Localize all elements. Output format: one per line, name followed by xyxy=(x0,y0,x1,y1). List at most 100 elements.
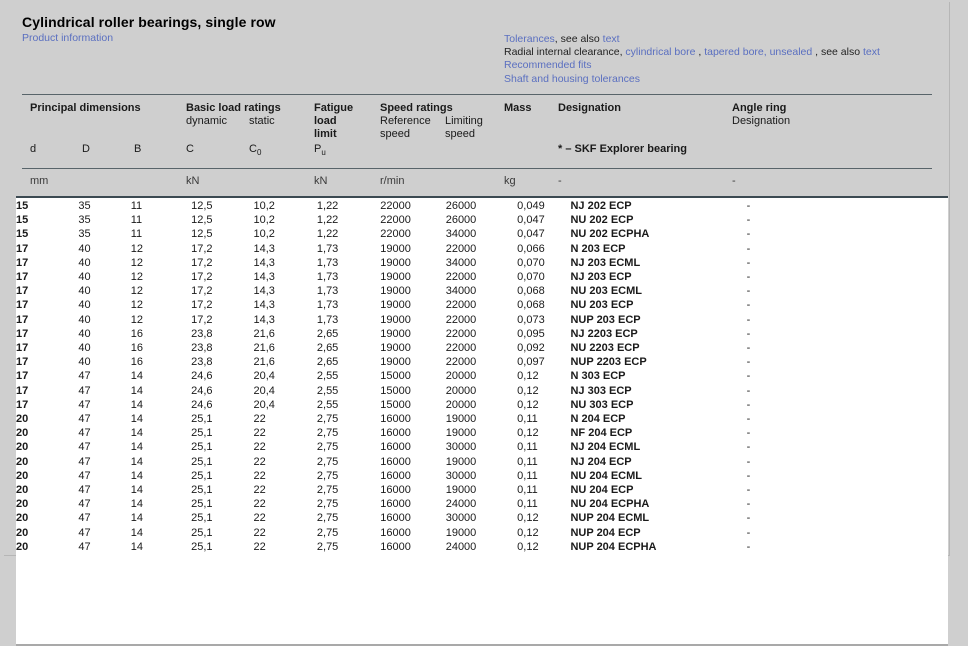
cell-limiting-speed: 30000 xyxy=(445,441,477,454)
cell-outside-diameter: 40 xyxy=(78,299,91,312)
cell-width: 14 xyxy=(130,540,143,553)
cell-angle-ring-designation: - xyxy=(746,313,751,326)
cell-bore-diameter: 15 xyxy=(16,228,29,241)
table-row[interactable]: 17 47 14 24,6 20,4 2,55 15000 20000 0,12 NJ 303 E… xyxy=(16,384,948,398)
cell-designation: NUP 204 ECP xyxy=(570,526,641,539)
cell-limiting-speed: 22000 xyxy=(445,299,477,312)
table-row[interactable]: 20 47 14 25,1 22 2,75 16000 19000 0,12 NF 204 ECP… xyxy=(16,426,948,440)
table-row[interactable]: 17 47 14 24,6 20,4 2,55 15000 20000 0,12 N 303 EC… xyxy=(16,369,948,383)
cell-width: 14 xyxy=(130,384,143,397)
cell-dynamic-load-rating: 12,5 xyxy=(191,200,213,212)
table-row[interactable]: 15 35 11 12,5 10,2 1,22 22000 26000 0,049 NJ 202 … xyxy=(16,199,948,213)
cell-outside-diameter: 40 xyxy=(78,256,91,269)
table-row[interactable]: 17 47 14 24,6 20,4 2,55 15000 20000 0,12 NU 303 E… xyxy=(16,398,948,412)
links-line-recommended-fits: Recommended fits xyxy=(504,59,880,72)
cell-static-load-rating: 22 xyxy=(253,413,266,426)
table-units-row: mm kN kN r/min kg - - xyxy=(4,94,950,196)
table-row[interactable]: 20 47 14 25,1 22 2,75 16000 19000 0,11 NJ 204 ECP… xyxy=(16,455,948,469)
table-row[interactable]: 17 40 12 17,2 14,3 1,73 19000 22000 0,066 N 203 E… xyxy=(16,242,948,256)
cell-static-load-rating: 22 xyxy=(253,469,266,482)
cell-reference-speed: 16000 xyxy=(380,540,411,553)
cell-reference-speed: 15000 xyxy=(380,370,411,383)
cell-designation: NJ 203 ECML xyxy=(570,256,641,269)
cell-outside-diameter: 47 xyxy=(78,384,91,397)
recommended-fits-link[interactable]: Recommended fits xyxy=(504,59,592,71)
table-row[interactable]: 15 35 11 12,5 10,2 1,22 22000 26000 0,047 NU 202 … xyxy=(16,213,948,227)
cell-designation: NUP 204 ECPHA xyxy=(570,540,657,553)
cell-reference-speed: 22000 xyxy=(380,200,411,212)
cell-width: 16 xyxy=(130,356,143,369)
cell-designation: NUP 2203 ECP xyxy=(570,356,647,369)
cell-bore-diameter: 17 xyxy=(16,271,29,284)
table-row[interactable]: 17 40 16 23,8 21,6 2,65 19000 22000 0,092 NU 2203… xyxy=(16,341,948,355)
cell-static-load-rating: 21,6 xyxy=(253,356,275,369)
table-row[interactable]: 17 40 12 17,2 14,3 1,73 19000 22000 0,068 NU 203 … xyxy=(16,298,948,312)
cell-reference-speed: 15000 xyxy=(380,398,411,411)
cell-fatigue-load-limit: 1,22 xyxy=(316,228,339,241)
radial-clearance-text-link[interactable]: text xyxy=(863,46,880,58)
tapered-bore-unsealed-link[interactable]: tapered bore, unsealed xyxy=(704,46,812,58)
table-row[interactable]: 20 47 14 25,1 22 2,75 16000 30000 0,11 NJ 204 ECM… xyxy=(16,440,948,454)
cell-limiting-speed: 34000 xyxy=(445,285,477,298)
cell-outside-diameter: 47 xyxy=(78,427,91,440)
cell-bore-diameter: 15 xyxy=(16,214,29,227)
cell-designation: NU 203 ECML xyxy=(570,285,643,298)
product-information-link[interactable]: Product information xyxy=(22,32,113,45)
cell-reference-speed: 19000 xyxy=(380,327,411,340)
cell-mass: 0,097 xyxy=(517,356,545,369)
cell-bore-diameter: 17 xyxy=(16,356,29,369)
cell-angle-ring-designation: - xyxy=(746,469,751,482)
cell-bore-diameter: 20 xyxy=(16,512,29,525)
cell-bore-diameter: 17 xyxy=(16,327,29,340)
cell-reference-speed: 19000 xyxy=(380,242,411,255)
cell-dynamic-load-rating: 23,8 xyxy=(191,327,213,340)
cell-angle-ring-designation: - xyxy=(746,484,751,497)
cell-angle-ring-designation: - xyxy=(746,228,751,241)
cell-mass: 0,047 xyxy=(517,214,545,227)
table-row[interactable]: 17 40 12 17,2 14,3 1,73 19000 22000 0,073 NUP 203… xyxy=(16,313,948,327)
cell-limiting-speed: 26000 xyxy=(445,214,477,227)
table-row[interactable]: 20 47 14 25,1 22 2,75 16000 30000 0,12 NUP 204 EC… xyxy=(16,511,948,525)
cell-mass: 0,11 xyxy=(517,413,538,426)
cell-bore-diameter: 20 xyxy=(16,427,29,440)
cell-dynamic-load-rating: 24,6 xyxy=(191,384,213,397)
cell-static-load-rating: 22 xyxy=(253,427,266,440)
table-row[interactable]: 15 35 11 12,5 10,2 1,22 22000 34000 0,047 NU 202 … xyxy=(16,227,948,241)
cell-mass: 0,12 xyxy=(517,512,539,525)
table-row[interactable]: 20 47 14 25,1 22 2,75 16000 19000 0,11 N 204 ECP - xyxy=(16,412,948,426)
cell-dynamic-load-rating: 12,5 xyxy=(191,228,213,241)
table-row[interactable]: 17 40 12 17,2 14,3 1,73 19000 34000 0,070 NJ 203 … xyxy=(16,256,948,270)
unit-designation: - xyxy=(558,175,562,187)
cell-bore-diameter: 17 xyxy=(16,370,29,383)
shaft-and-housing-tolerances-link[interactable]: Shaft and housing tolerances xyxy=(504,73,640,85)
table-row[interactable]: 20 47 14 25,1 22 2,75 16000 19000 0,12 NUP 204 EC… xyxy=(16,526,948,540)
cell-dynamic-load-rating: 25,1 xyxy=(191,455,213,468)
tolerances-text-link[interactable]: text xyxy=(603,33,620,45)
table-row[interactable]: 20 47 14 25,1 22 2,75 16000 30000 0,11 NU 204 ECM… xyxy=(16,469,948,483)
table-row[interactable]: 20 47 14 25,1 22 2,75 16000 19000 0,11 NU 204 ECP… xyxy=(16,483,948,497)
cell-fatigue-load-limit: 2,75 xyxy=(316,484,339,497)
cell-limiting-speed: 20000 xyxy=(445,370,477,383)
cylindrical-bore-link[interactable]: cylindrical bore xyxy=(625,46,695,58)
cell-angle-ring-designation: - xyxy=(746,441,751,454)
cell-dynamic-load-rating: 17,2 xyxy=(191,256,213,269)
content-frame: Cylindrical roller bearings, single row … xyxy=(4,2,950,646)
cell-mass: 0,11 xyxy=(517,441,538,454)
cell-static-load-rating: 22 xyxy=(253,512,266,525)
table-row[interactable]: 17 40 16 23,8 21,6 2,65 19000 22000 0,095 NJ 2203… xyxy=(16,327,948,341)
cell-outside-diameter: 47 xyxy=(78,498,91,511)
table-row[interactable]: 17 40 12 17,2 14,3 1,73 19000 22000 0,070 NJ 203 … xyxy=(16,270,948,284)
cell-dynamic-load-rating: 17,2 xyxy=(191,242,213,255)
cell-bore-diameter: 17 xyxy=(16,384,29,397)
table-row[interactable]: 20 47 14 25,1 22 2,75 16000 24000 0,12 NUP 204 EC… xyxy=(16,540,948,554)
cell-static-load-rating: 22 xyxy=(253,540,266,553)
table-row[interactable]: 17 40 12 17,2 14,3 1,73 19000 34000 0,068 NU 203 … xyxy=(16,284,948,298)
unit-kn-fatigue: kN xyxy=(314,175,328,187)
cell-bore-diameter: 20 xyxy=(16,413,29,426)
tolerances-separator: , see also xyxy=(554,33,603,45)
table-body-scroll[interactable]: 15 35 11 12,5 10,2 1,22 22000 26000 0,049 NJ 202 … xyxy=(16,198,948,644)
table-row[interactable]: 20 47 14 25,1 22 2,75 16000 24000 0,11 NU 204 ECP… xyxy=(16,497,948,511)
table-row[interactable]: 17 40 16 23,8 21,6 2,65 19000 22000 0,097 NUP 220… xyxy=(16,355,948,369)
cell-static-load-rating: 20,4 xyxy=(253,370,275,383)
tolerances-link[interactable]: Tolerances xyxy=(504,33,555,45)
